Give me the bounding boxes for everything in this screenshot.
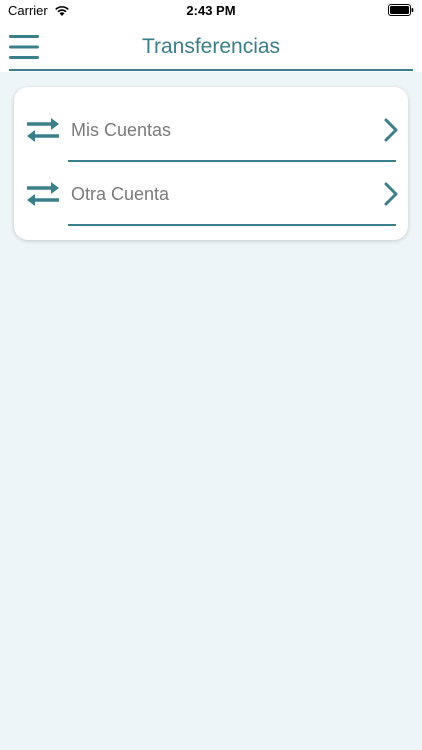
header-bar: Transferencias [0,22,422,72]
chevron-right-icon [384,182,398,206]
status-bar: Carrier 2:43 PM [0,0,422,22]
status-time: 2:43 PM [186,3,236,18]
transfer-options-card: Mis Cuentas Otra Cuenta [14,87,408,240]
menu-item-otra-cuenta[interactable]: Otra Cuenta [14,162,408,226]
page-title: Transferencias [141,35,281,58]
row-divider [68,224,396,226]
transfer-arrows-icon [27,118,59,142]
menu-item-mis-cuentas[interactable]: Mis Cuentas [14,98,408,162]
header-divider [9,69,413,71]
menu-item-label: Otra Cuenta [71,184,170,204]
transfer-arrows-icon [27,182,59,206]
menu-item-label: Mis Cuentas [71,120,172,140]
battery-icon [388,4,414,16]
chevron-right-icon [384,118,398,142]
